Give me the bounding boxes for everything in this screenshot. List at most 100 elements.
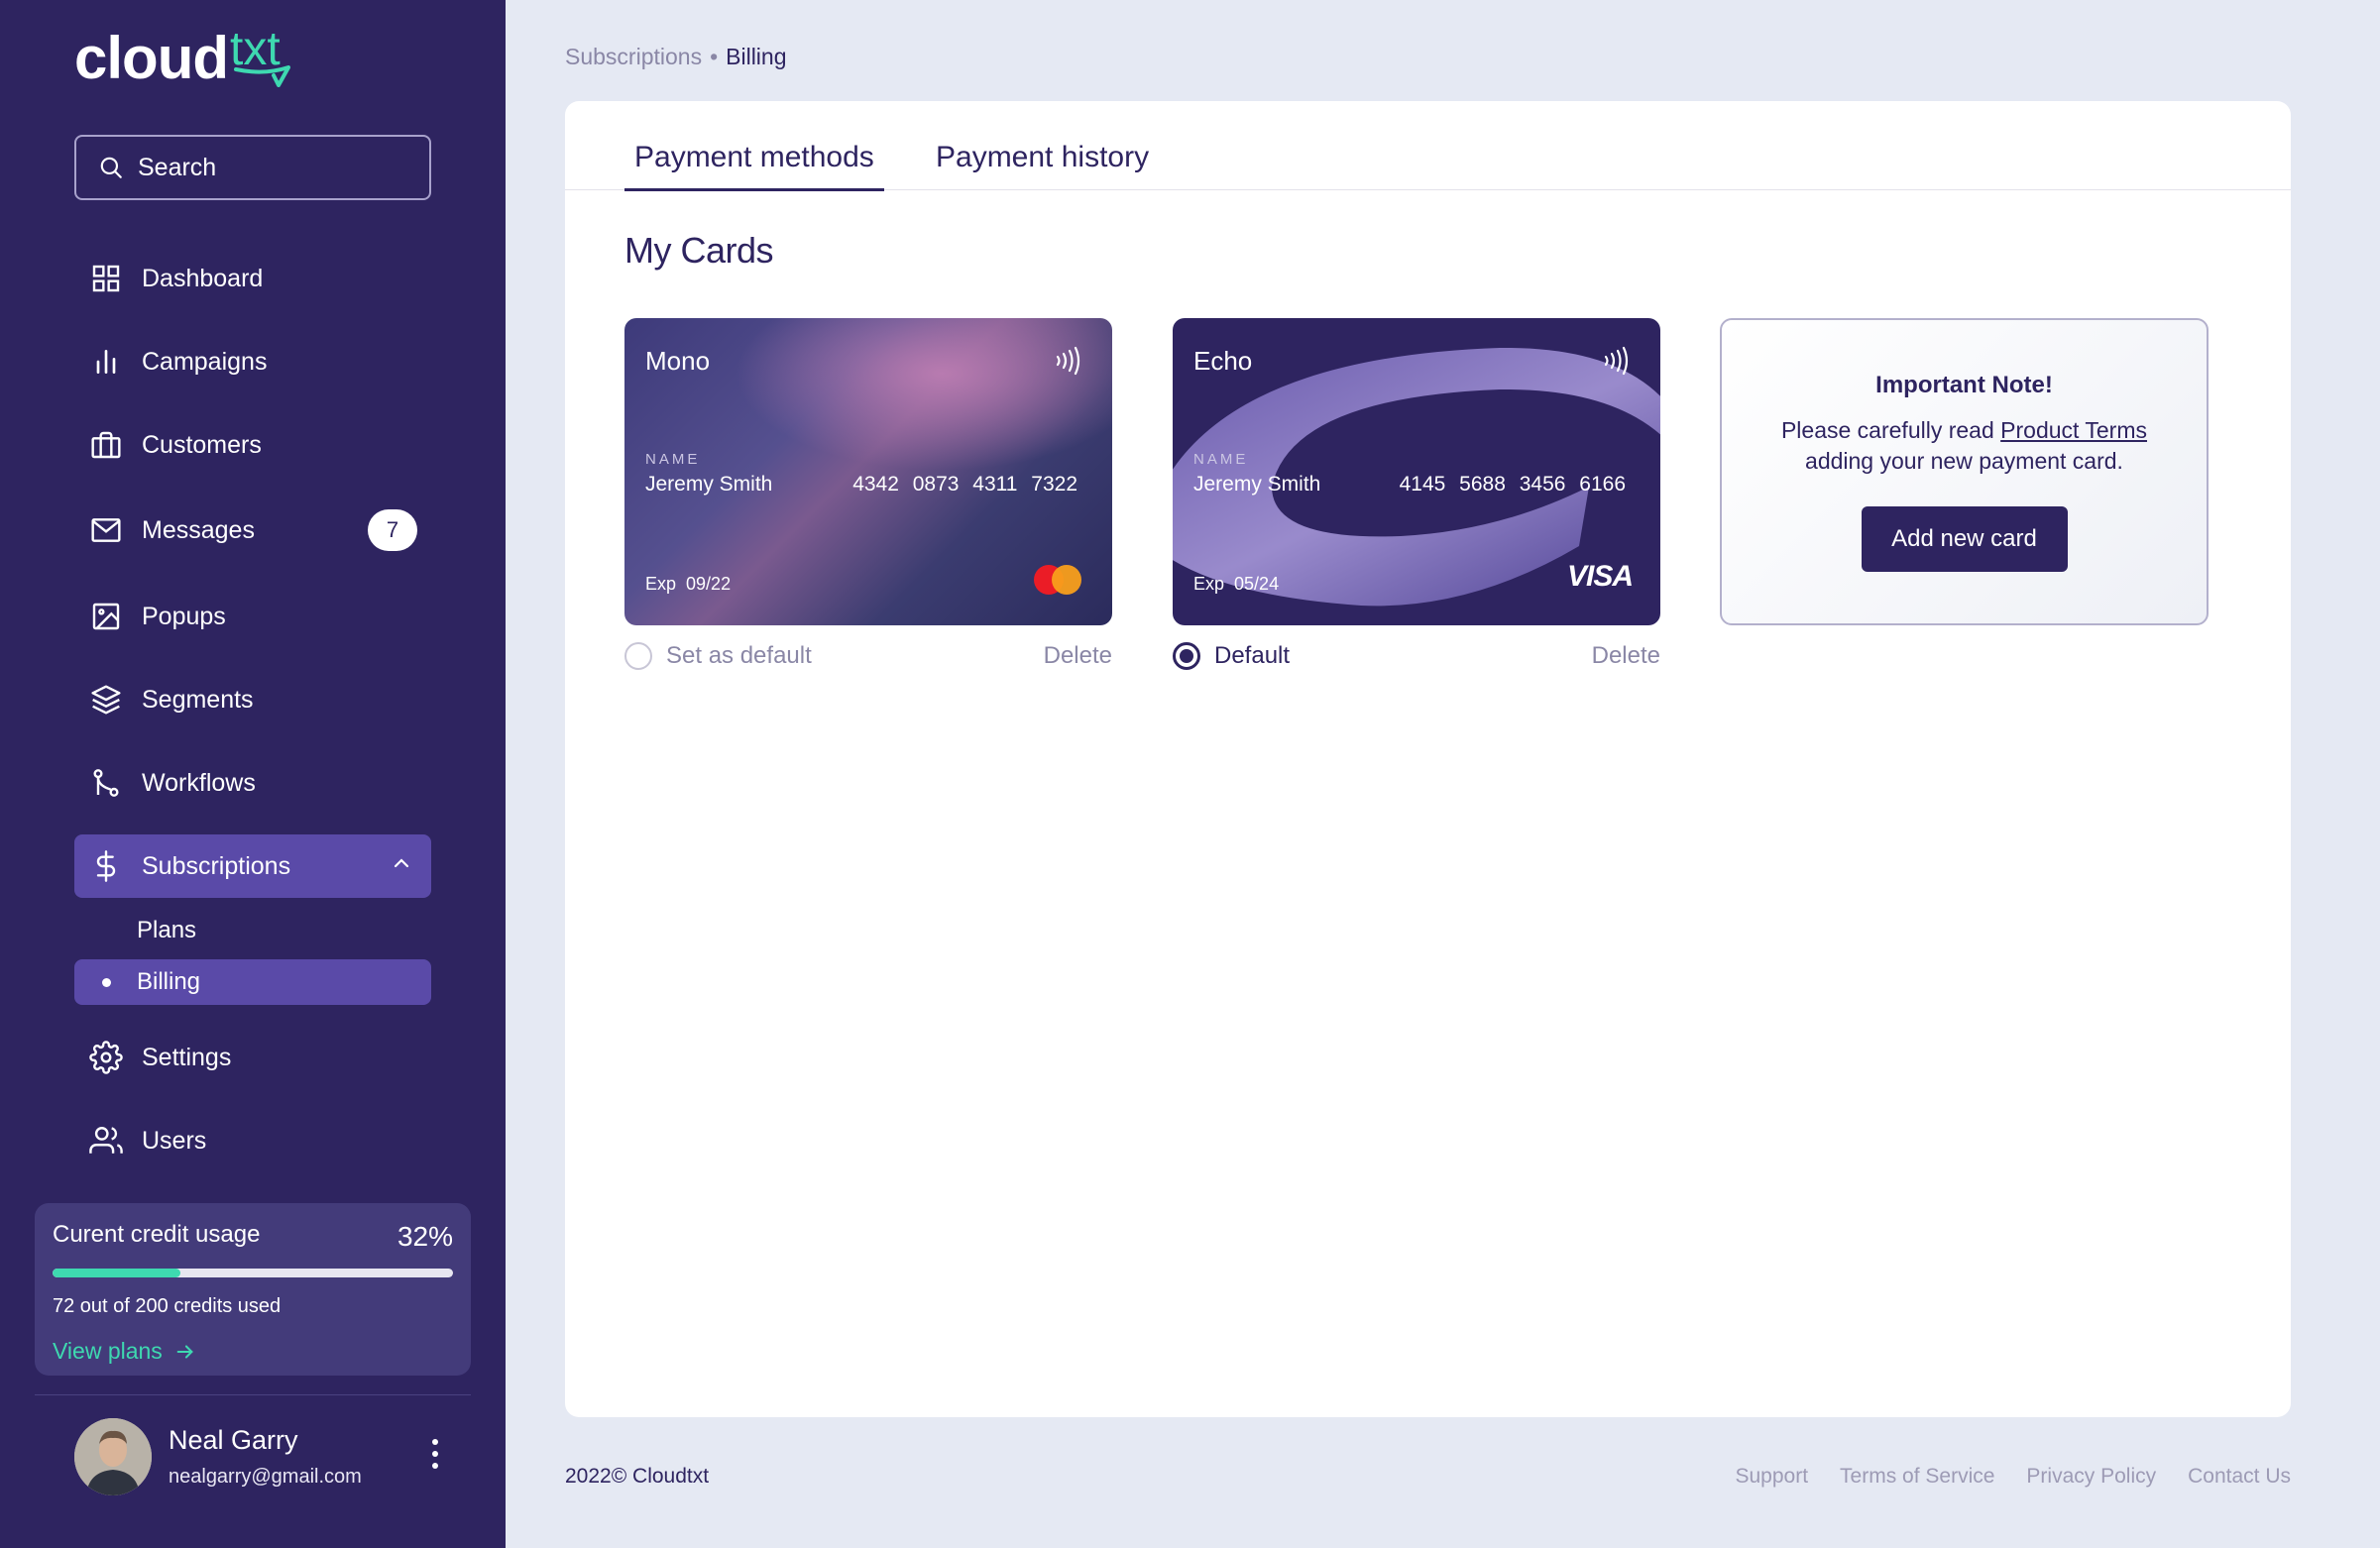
- card-name: Echo: [1193, 346, 1253, 376]
- sidebar-item-label: Customers: [142, 430, 262, 459]
- set-default-radio[interactable]: Set as default: [624, 642, 812, 670]
- breadcrumb-parent[interactable]: Subscriptions: [565, 44, 702, 69]
- tab-payment-history[interactable]: Payment history: [936, 141, 1149, 174]
- sidebar-item-label: Messages: [142, 515, 255, 544]
- card-name-label: NAME: [645, 451, 701, 468]
- sidebar-subitem-label: Plans: [137, 917, 197, 943]
- view-plans-label: View plans: [53, 1338, 163, 1364]
- user-profile[interactable]: Neal Garry nealgarry@gmail.com: [74, 1417, 441, 1496]
- active-dot: [102, 977, 111, 987]
- note-body: Please carefully read Product Terms addi…: [1780, 417, 2148, 474]
- credits-used-text: 72 out of 200 credits used: [53, 1295, 282, 1317]
- footer-link-contact[interactable]: Contact Us: [2188, 1465, 2291, 1489]
- footer-link-privacy[interactable]: Privacy Policy: [2026, 1465, 2156, 1489]
- sidebar-subitem-label: Billing: [137, 968, 201, 995]
- sidebar-item-settings[interactable]: Settings: [74, 1026, 431, 1089]
- card-expiry: Exp 05/24: [1193, 574, 1280, 594]
- note-title: Important Note!: [1875, 372, 2053, 398]
- mail-icon: [88, 512, 124, 548]
- sidebar-item-label: Users: [142, 1126, 207, 1155]
- footer-link-terms[interactable]: Terms of Service: [1840, 1465, 1994, 1489]
- contactless-icon: [1055, 344, 1082, 383]
- breadcrumb: Subscriptions • Billing: [565, 44, 787, 70]
- default-radio[interactable]: Default: [1173, 642, 1290, 670]
- card-footer-echo: Default Delete: [1173, 636, 1660, 676]
- sidebar-item-segments[interactable]: Segments: [74, 668, 431, 731]
- payment-card-echo[interactable]: Echo NAME Jeremy Smith 4145 5688 3456 61…: [1173, 318, 1660, 625]
- tab-payment-methods[interactable]: Payment methods: [624, 141, 884, 191]
- card-footer-mono: Set as default Delete: [624, 636, 1112, 676]
- sidebar-item-dashboard[interactable]: Dashboard: [74, 247, 431, 310]
- bar-chart-icon: [88, 344, 124, 380]
- sidebar-subitem-billing[interactable]: Billing: [74, 959, 431, 1005]
- sidebar-item-users[interactable]: Users: [74, 1109, 431, 1172]
- sidebar-item-popups[interactable]: Popups: [74, 585, 431, 648]
- messages-count-badge: 7: [368, 509, 417, 551]
- user-name: Neal Garry: [169, 1425, 298, 1455]
- briefcase-icon: [88, 427, 124, 463]
- mastercard-logo-icon: [1033, 564, 1084, 601]
- footer-links: Support Terms of Service Privacy Policy …: [1703, 1465, 2291, 1489]
- avatar[interactable]: [74, 1418, 152, 1495]
- billing-panel: Payment methods Payment history My Cards…: [565, 101, 2291, 1417]
- image-icon: [88, 599, 124, 634]
- sidebar-item-label: Popups: [142, 602, 226, 630]
- radio-button-selected[interactable]: [1173, 642, 1200, 670]
- more-vertical-icon[interactable]: [429, 1437, 441, 1476]
- breadcrumb-separator: •: [710, 44, 719, 69]
- footer-copyright: 2022© Cloudtxt: [565, 1465, 710, 1488]
- contactless-icon: [1603, 344, 1631, 383]
- logo-accent-text: txt: [230, 26, 290, 87]
- sidebar-item-subscriptions[interactable]: Subscriptions: [74, 834, 431, 898]
- breadcrumb-current: Billing: [726, 44, 787, 69]
- sidebar-item-label: Segments: [142, 685, 254, 714]
- users-icon: [88, 1123, 124, 1159]
- sidebar-divider: [35, 1394, 471, 1395]
- search-placeholder: Search: [138, 153, 217, 181]
- payment-card-mono[interactable]: Mono NAME Jeremy Smith 4342 0873 4311 73…: [624, 318, 1112, 625]
- sidebar-subitem-plans[interactable]: Plans: [74, 908, 431, 953]
- grid-icon: [88, 261, 124, 296]
- credit-usage-bar-fill: [53, 1269, 181, 1277]
- cloudtxt-logo[interactable]: cloud txt: [74, 25, 290, 93]
- sidebar: cloud txt Search Dashboard Campaigns Cus…: [0, 0, 506, 1548]
- card-number: 4342 0873 4311 7322: [852, 473, 1077, 496]
- card-holder: Jeremy Smith: [1193, 473, 1321, 496]
- sidebar-item-customers[interactable]: Customers: [74, 413, 431, 477]
- important-note-card: Important Note! Please carefully read Pr…: [1720, 318, 2209, 625]
- user-email: nealgarry@gmail.com: [169, 1466, 362, 1488]
- sidebar-item-label: Workflows: [142, 768, 256, 797]
- layers-icon: [88, 682, 124, 718]
- visa-logo-icon: VISA: [1566, 560, 1634, 593]
- default-label: Default: [1214, 642, 1291, 669]
- delete-card-button[interactable]: Delete: [1592, 642, 1660, 670]
- arrow-right-icon: [176, 1344, 193, 1359]
- card-number: 4145 5688 3456 6166: [1399, 473, 1626, 496]
- credit-usage-title: Curent credit usage: [53, 1221, 261, 1248]
- sidebar-item-label: Subscriptions: [142, 851, 291, 880]
- sidebar-item-workflows[interactable]: Workflows: [74, 751, 431, 815]
- credit-usage-bar: [53, 1269, 453, 1277]
- chevron-up-icon[interactable]: [390, 851, 413, 882]
- delete-card-button[interactable]: Delete: [1044, 642, 1112, 670]
- add-new-card-button[interactable]: Add new card: [1861, 506, 2068, 572]
- card-name: Mono: [645, 346, 711, 376]
- dollar-icon: [88, 848, 124, 884]
- credit-usage-card: Curent credit usage 32% 72 out of 200 cr…: [35, 1203, 471, 1376]
- section-title: My Cards: [624, 230, 774, 271]
- search-icon: [100, 157, 122, 178]
- card-name-label: NAME: [1193, 451, 1249, 468]
- search-input[interactable]: Search: [74, 135, 431, 200]
- product-terms-link[interactable]: Product Terms: [2000, 417, 2147, 443]
- sidebar-item-campaigns[interactable]: Campaigns: [74, 330, 431, 393]
- logo-main-text: cloud: [74, 25, 229, 91]
- footer-link-support[interactable]: Support: [1735, 1465, 1808, 1489]
- sidebar-item-label: Dashboard: [142, 264, 264, 292]
- view-plans-link[interactable]: View plans: [53, 1338, 453, 1365]
- sidebar-item-messages[interactable]: Messages 7: [74, 498, 431, 562]
- sidebar-item-label: Settings: [142, 1043, 232, 1071]
- card-holder: Jeremy Smith: [645, 473, 773, 496]
- radio-button[interactable]: [624, 642, 652, 670]
- gear-icon: [88, 1040, 124, 1075]
- git-branch-icon: [88, 765, 124, 801]
